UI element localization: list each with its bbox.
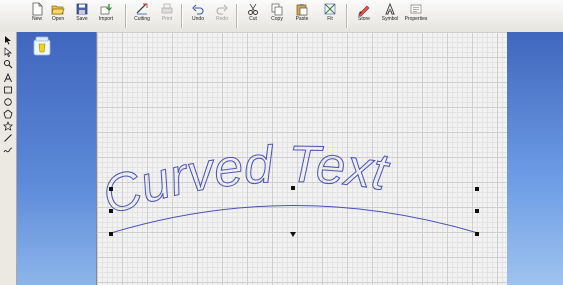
handle-mid-right[interactable] (475, 209, 479, 213)
handle-bottom-right[interactable] (475, 232, 479, 236)
handle-bottom-left[interactable] (109, 232, 113, 236)
handle-top-center[interactable] (291, 186, 295, 190)
curved-text-object[interactable]: Curved Text (0, 0, 563, 285)
curved-text: Curved Text (96, 136, 395, 227)
handle-top-left[interactable] (109, 187, 113, 191)
arc-center-handle[interactable] (290, 232, 296, 237)
handle-top-right[interactable] (475, 187, 479, 191)
handle-mid-left[interactable] (109, 209, 113, 213)
